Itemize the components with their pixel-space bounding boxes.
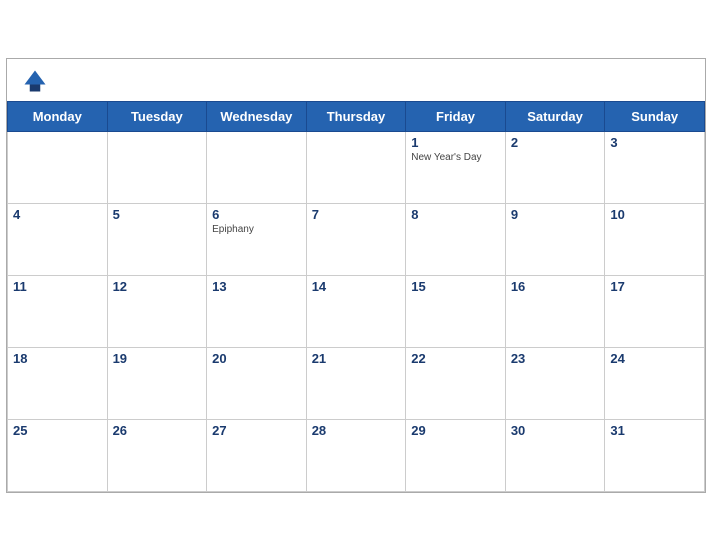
day-number: 9 bbox=[511, 207, 600, 222]
day-number: 14 bbox=[312, 279, 401, 294]
calendar-cell: 27 bbox=[207, 419, 307, 491]
calendar-cell: 15 bbox=[406, 275, 506, 347]
day-event: New Year's Day bbox=[411, 152, 500, 163]
calendar-cell: 17 bbox=[605, 275, 705, 347]
calendar-cell: 19 bbox=[107, 347, 207, 419]
calendar-cell: 31 bbox=[605, 419, 705, 491]
day-number: 18 bbox=[13, 351, 102, 366]
day-number: 10 bbox=[610, 207, 699, 222]
weekday-header-sunday: Sunday bbox=[605, 101, 705, 131]
day-number: 5 bbox=[113, 207, 202, 222]
day-number: 15 bbox=[411, 279, 500, 294]
day-number: 28 bbox=[312, 423, 401, 438]
calendar-cell: 9 bbox=[505, 203, 605, 275]
day-number: 1 bbox=[411, 135, 500, 150]
calendar-cell: 4 bbox=[8, 203, 108, 275]
weekday-header-row: MondayTuesdayWednesdayThursdayFridaySatu… bbox=[8, 101, 705, 131]
day-number: 12 bbox=[113, 279, 202, 294]
calendar-header bbox=[7, 59, 705, 101]
day-number: 29 bbox=[411, 423, 500, 438]
calendar-cell: 21 bbox=[306, 347, 406, 419]
day-number: 6 bbox=[212, 207, 301, 222]
calendar-cell bbox=[107, 131, 207, 203]
calendar-cell: 2 bbox=[505, 131, 605, 203]
week-row-1: 1 New Year's Day 23 bbox=[8, 131, 705, 203]
calendar-cell: 20 bbox=[207, 347, 307, 419]
weekday-header-friday: Friday bbox=[406, 101, 506, 131]
day-number: 2 bbox=[511, 135, 600, 150]
weekday-header-tuesday: Tuesday bbox=[107, 101, 207, 131]
day-number: 4 bbox=[13, 207, 102, 222]
day-number: 17 bbox=[610, 279, 699, 294]
calendar-cell: 5 bbox=[107, 203, 207, 275]
calendar-cell: 24 bbox=[605, 347, 705, 419]
calendar-cell: 1 New Year's Day bbox=[406, 131, 506, 203]
calendar-cell: 16 bbox=[505, 275, 605, 347]
weekday-header-saturday: Saturday bbox=[505, 101, 605, 131]
week-row-3: 11 12 13 14 15 16 17 bbox=[8, 275, 705, 347]
calendar-cell bbox=[207, 131, 307, 203]
calendar-cell: 12 bbox=[107, 275, 207, 347]
day-event: Epiphany bbox=[212, 224, 301, 235]
day-number: 20 bbox=[212, 351, 301, 366]
day-number: 25 bbox=[13, 423, 102, 438]
week-row-4: 18 19 20 21 22 23 24 bbox=[8, 347, 705, 419]
day-number: 22 bbox=[411, 351, 500, 366]
day-number: 21 bbox=[312, 351, 401, 366]
calendar-cell: 28 bbox=[306, 419, 406, 491]
calendar-cell bbox=[8, 131, 108, 203]
calendar-cell: 25 bbox=[8, 419, 108, 491]
logo-area bbox=[21, 67, 53, 95]
calendar-cell: 23 bbox=[505, 347, 605, 419]
day-number: 19 bbox=[113, 351, 202, 366]
calendar-cell: 30 bbox=[505, 419, 605, 491]
day-number: 3 bbox=[610, 135, 699, 150]
weekday-header-wednesday: Wednesday bbox=[207, 101, 307, 131]
day-number: 16 bbox=[511, 279, 600, 294]
calendar-table: MondayTuesdayWednesdayThursdayFridaySatu… bbox=[7, 101, 705, 492]
weekday-header-monday: Monday bbox=[8, 101, 108, 131]
day-number: 24 bbox=[610, 351, 699, 366]
day-number: 7 bbox=[312, 207, 401, 222]
day-number: 13 bbox=[212, 279, 301, 294]
calendar-cell: 3 bbox=[605, 131, 705, 203]
day-number: 31 bbox=[610, 423, 699, 438]
calendar-cell bbox=[306, 131, 406, 203]
calendar-cell: 22 bbox=[406, 347, 506, 419]
day-number: 23 bbox=[511, 351, 600, 366]
calendar-cell: 26 bbox=[107, 419, 207, 491]
day-number: 30 bbox=[511, 423, 600, 438]
day-number: 27 bbox=[212, 423, 301, 438]
calendar-tbody: 1New Year's Day23456Epiphany789101112131… bbox=[8, 131, 705, 491]
calendar-thead: MondayTuesdayWednesdayThursdayFridaySatu… bbox=[8, 101, 705, 131]
day-number: 26 bbox=[113, 423, 202, 438]
general-blue-logo-icon bbox=[21, 67, 49, 95]
weekday-header-thursday: Thursday bbox=[306, 101, 406, 131]
calendar-cell: 7 bbox=[306, 203, 406, 275]
week-row-2: 456 Epiphany 789 10 bbox=[8, 203, 705, 275]
calendar-cell: 6 Epiphany bbox=[207, 203, 307, 275]
calendar-cell: 14 bbox=[306, 275, 406, 347]
calendar-cell: 18 bbox=[8, 347, 108, 419]
day-number: 11 bbox=[13, 279, 102, 294]
calendar-cell: 10 bbox=[605, 203, 705, 275]
calendar-cell: 8 bbox=[406, 203, 506, 275]
calendar-cell: 11 bbox=[8, 275, 108, 347]
calendar-cell: 13 bbox=[207, 275, 307, 347]
week-row-5: 25 26 27 28 29 30 31 bbox=[8, 419, 705, 491]
calendar-cell: 29 bbox=[406, 419, 506, 491]
calendar-container: MondayTuesdayWednesdayThursdayFridaySatu… bbox=[6, 58, 706, 493]
day-number: 8 bbox=[411, 207, 500, 222]
